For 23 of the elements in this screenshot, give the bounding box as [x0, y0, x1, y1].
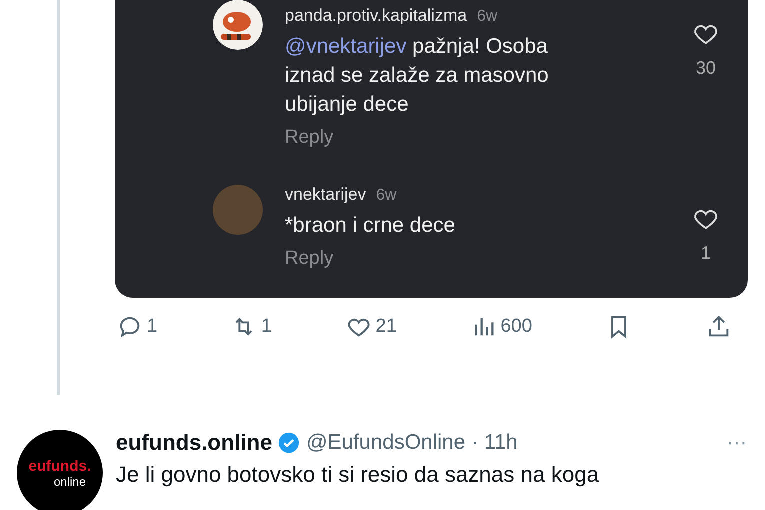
like-count: 1: [700, 243, 711, 264]
account-handle[interactable]: @EufundsOnline: [306, 431, 466, 455]
reply-link[interactable]: Reply: [285, 248, 334, 269]
comment-time: 6w: [376, 187, 397, 205]
action-count: 21: [376, 316, 397, 338]
comment-text: *braon i crne dece: [285, 213, 456, 239]
tweet-text: Je li govno botovsko ti si resio da saznas na koga: [116, 462, 600, 488]
avatar-photo-placeholder: [213, 185, 263, 235]
like-count: 30: [696, 58, 716, 79]
animal-avatar: [213, 0, 263, 50]
action-count: 1: [261, 316, 272, 338]
logo-text: eufunds.: [28, 458, 92, 474]
account-logo[interactable]: eufunds. online: [17, 430, 103, 510]
logo-text: online: [54, 474, 86, 488]
comment-username[interactable]: panda.protiv.kapitalizma: [285, 6, 468, 26]
account-name[interactable]: eufunds.online: [116, 430, 272, 456]
action-count: 600: [500, 316, 532, 338]
comment-username[interactable]: vnektarijev: [285, 185, 366, 205]
action-count: 1: [147, 316, 158, 338]
tweet-time: · 11h: [472, 431, 518, 455]
comment-text: @vnektarijev pažnja! Osoba iznad se zalaže za masovno ubijanje dece: [285, 34, 550, 118]
comment-time: 6w: [477, 8, 498, 26]
reply-link[interactable]: Reply: [285, 127, 334, 148]
